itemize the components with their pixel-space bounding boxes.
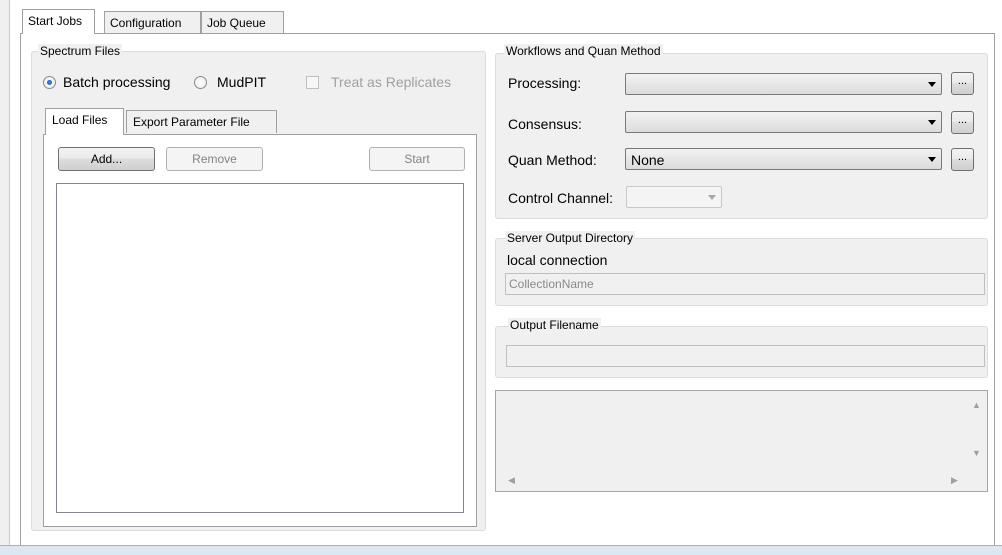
treat-as-replicates-checkbox[interactable] xyxy=(306,76,319,89)
collection-name-field[interactable]: CollectionName xyxy=(505,273,985,295)
tab-start-jobs[interactable]: Start Jobs xyxy=(22,9,95,34)
spectrum-files-title: Spectrum Files xyxy=(38,44,123,58)
server-output-group xyxy=(495,238,988,306)
chevron-down-icon xyxy=(928,82,936,87)
control-channel-combo[interactable] xyxy=(626,186,722,208)
chevron-down-icon xyxy=(928,157,936,162)
server-output-title: Server Output Directory xyxy=(505,231,636,245)
batch-processing-radio[interactable] xyxy=(43,76,56,89)
mudpit-label: MudPIT xyxy=(217,74,267,90)
add-button[interactable]: Add... xyxy=(58,147,155,171)
consensus-label: Consensus: xyxy=(508,116,582,132)
tab-configuration-label: Configuration xyxy=(110,16,182,30)
remove-button[interactable]: Remove xyxy=(166,147,263,171)
spectrum-file-list[interactable] xyxy=(56,183,464,513)
consensus-browse-button[interactable]: ... xyxy=(951,111,974,134)
scroll-up-icon[interactable]: ▲ xyxy=(972,400,981,410)
processing-label: Processing: xyxy=(508,75,582,91)
tab-job-queue-label: Job Queue xyxy=(207,16,266,30)
log-box[interactable] xyxy=(495,390,988,492)
batch-processing-label: Batch processing xyxy=(63,74,171,90)
window-left-edge xyxy=(0,0,10,555)
tab-export-parameter-file[interactable]: Export Parameter File xyxy=(126,110,277,133)
collection-name-placeholder: CollectionName xyxy=(509,277,594,291)
processing-browse-button[interactable]: ... xyxy=(951,72,974,95)
tab-job-queue[interactable]: Job Queue xyxy=(201,11,284,33)
start-button[interactable]: Start xyxy=(369,147,465,171)
quan-method-label: Quan Method: xyxy=(508,152,597,168)
quan-method-browse-button[interactable]: ... xyxy=(951,148,974,171)
scroll-right-icon[interactable]: ▶ xyxy=(951,475,958,485)
tab-load-files[interactable]: Load Files xyxy=(45,108,124,135)
tab-export-parameter-file-label: Export Parameter File xyxy=(133,115,250,129)
quan-method-combo[interactable]: None xyxy=(625,148,942,170)
scroll-down-icon[interactable]: ▼ xyxy=(972,448,981,458)
control-channel-label: Control Channel: xyxy=(508,190,614,206)
tab-load-files-label: Load Files xyxy=(52,113,108,127)
scroll-left-icon[interactable]: ◀ xyxy=(508,475,515,485)
processing-combo[interactable] xyxy=(625,73,942,95)
chevron-down-icon xyxy=(928,120,936,125)
treat-as-replicates-label: Treat as Replicates xyxy=(331,74,452,90)
output-filename-title: Output Filename xyxy=(508,318,601,332)
quan-method-value: None xyxy=(631,152,665,168)
consensus-combo[interactable] xyxy=(625,111,942,133)
workflows-title: Workflows and Quan Method xyxy=(504,44,663,58)
output-filename-field[interactable] xyxy=(506,345,985,367)
chevron-down-icon xyxy=(708,195,716,200)
tab-start-jobs-label: Start Jobs xyxy=(28,14,83,28)
window-bottom-edge xyxy=(0,545,1002,555)
tab-configuration[interactable]: Configuration xyxy=(104,11,201,33)
connection-label: local connection xyxy=(507,252,608,268)
mudpit-radio[interactable] xyxy=(194,76,207,89)
